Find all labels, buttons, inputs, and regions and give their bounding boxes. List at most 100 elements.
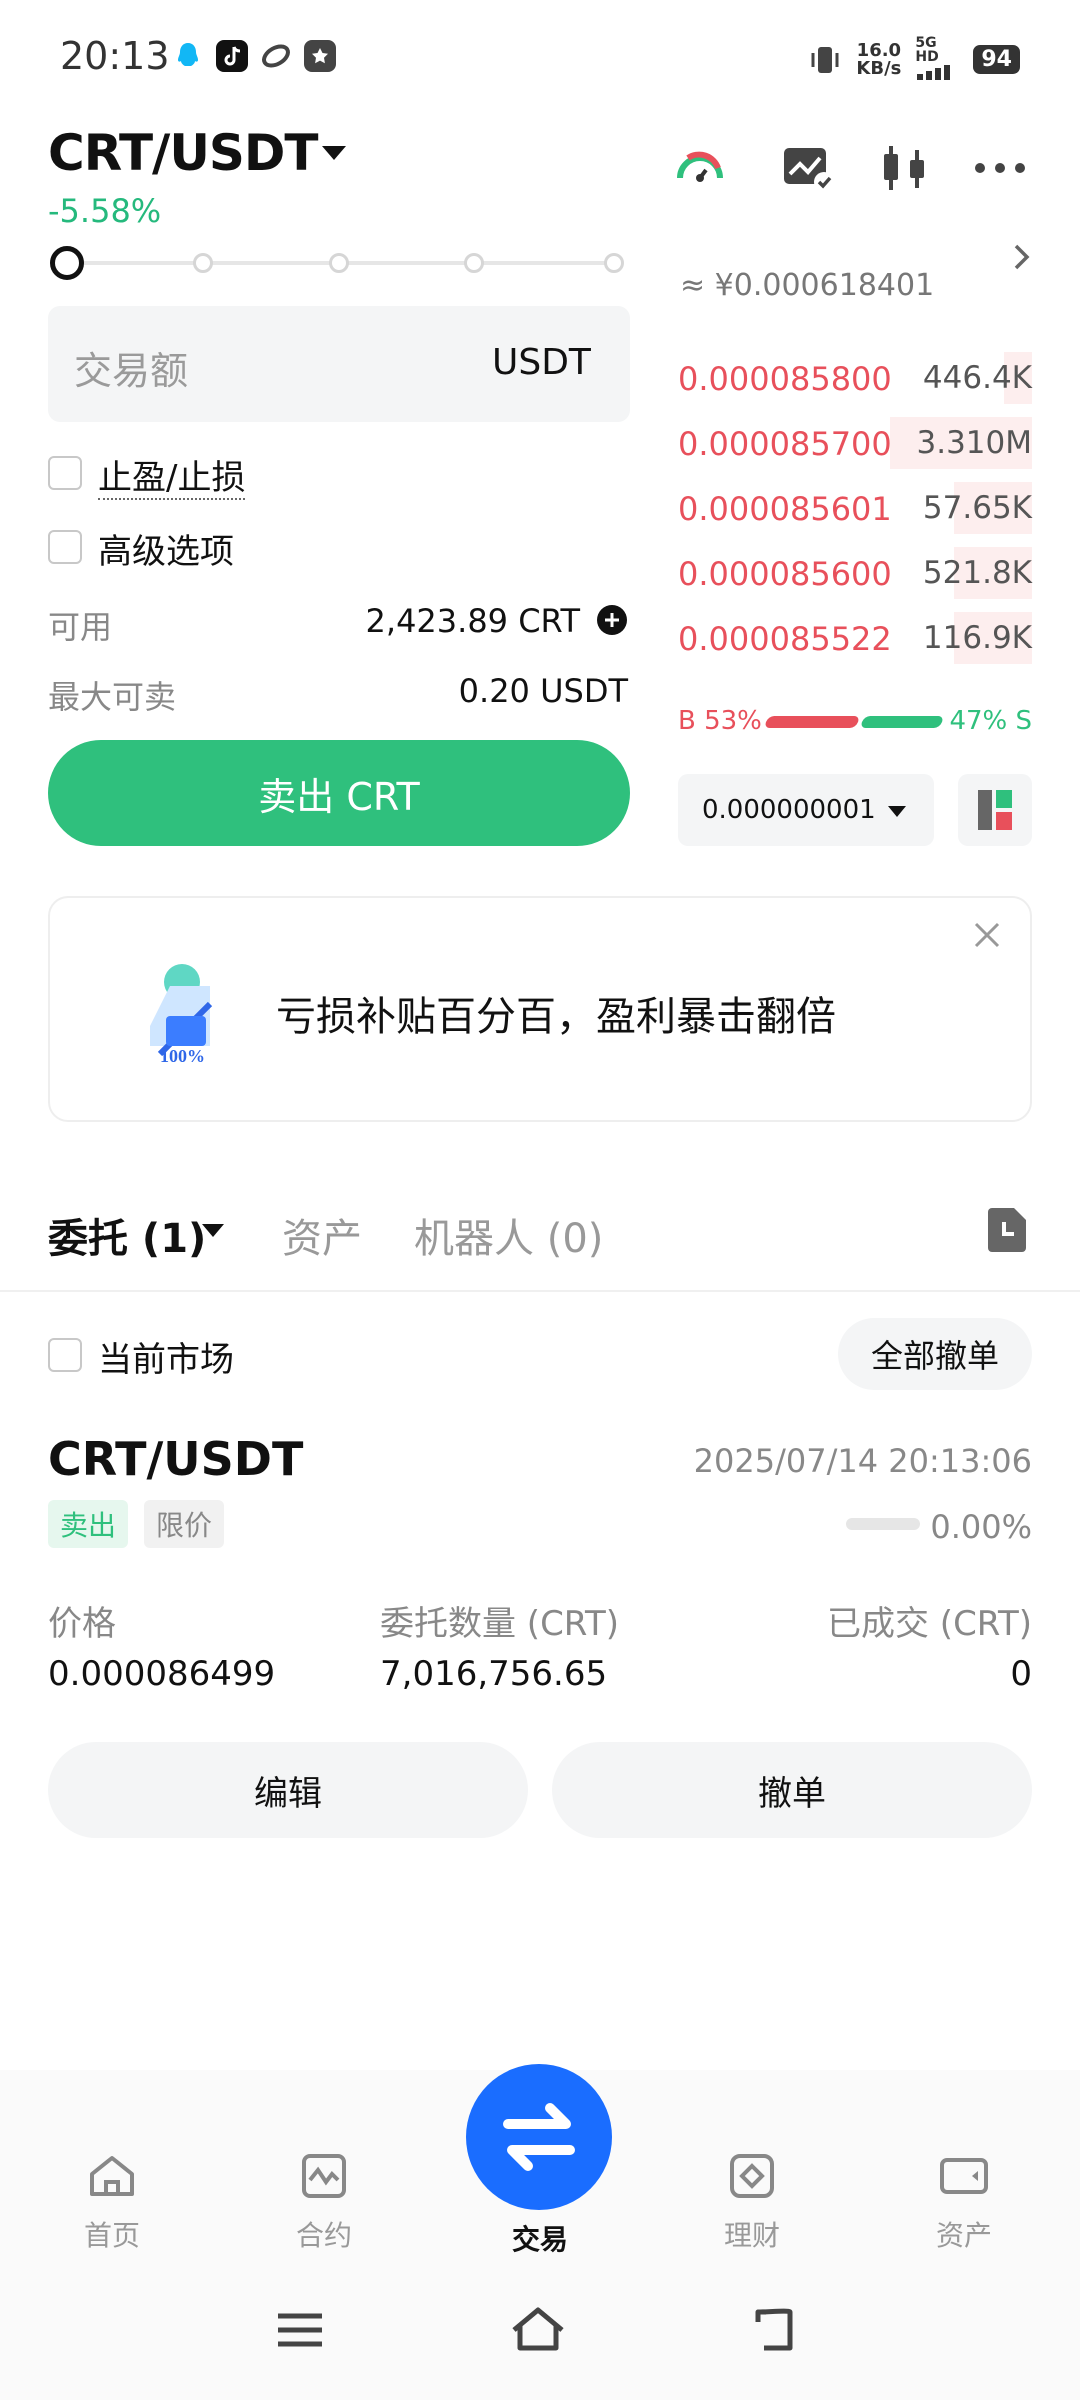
max-sell-value: 0.20 USDT <box>458 672 628 710</box>
ask-qty: 116.9K <box>922 620 1032 656</box>
sell-button[interactable]: 卖出 CRT <box>48 740 630 846</box>
gauge-icon[interactable] <box>672 140 728 196</box>
tp-sl-label[interactable]: 止盈/止损 <box>98 450 246 500</box>
edit-button[interactable]: 编辑 <box>48 1742 528 1838</box>
nav-finance[interactable]: 理财 <box>692 2150 812 2254</box>
ask-price[interactable]: 0.000085601 <box>678 490 892 528</box>
max-sell-label: 最大可卖 <box>48 678 177 716</box>
nav-finance-label[interactable]: 理财 <box>692 2214 812 2254</box>
candlestick-icon[interactable] <box>876 140 932 196</box>
caret-down-icon[interactable] <box>322 146 346 160</box>
precision-value[interactable]: 0.000000001 <box>702 795 876 825</box>
status-indicators: 16.0 KB/s 5G HD 94 <box>808 36 1020 83</box>
signal-icon <box>917 65 951 80</box>
side-badge: 卖出 <box>48 1500 129 1548</box>
filled-label: 已成交 (CRT) <box>827 1604 1032 1644</box>
home-icon <box>90 2156 134 2196</box>
more-icon[interactable] <box>972 140 1028 196</box>
add-circle-icon[interactable] <box>596 604 628 636</box>
tp-sl-checkbox[interactable] <box>48 456 82 490</box>
home-button-icon[interactable] <box>508 2300 568 2360</box>
fill-percentage: 0.00% <box>930 1508 1032 1546</box>
tab-bots[interactable]: 机器人 (0) <box>414 1206 603 1264</box>
menu-icon[interactable] <box>270 2300 330 2360</box>
net-speed: 16.0 KB/s <box>856 39 902 79</box>
tp-sl-text[interactable]: 止盈/止损 <box>98 458 246 500</box>
ask-row[interactable]: 0.000085601 57.65K <box>676 482 1032 534</box>
order-time: 2025/07/14 20:13:06 <box>693 1442 1032 1480</box>
nav-assets-label[interactable]: 资产 <box>904 2214 1024 2254</box>
amount-unit: USDT <box>492 342 591 383</box>
book-layout-icon[interactable] <box>958 774 1032 846</box>
order-history-icon[interactable] <box>984 1206 1030 1254</box>
ask-price[interactable]: 0.000085700 <box>678 425 892 463</box>
nav-home-label[interactable]: 首页 <box>52 2214 172 2254</box>
price-label: 价格 <box>48 1604 116 1644</box>
divider <box>0 1290 1080 1292</box>
ask-row[interactable]: 0.000085800 446.4K <box>676 352 1032 404</box>
cancel-order-button[interactable]: 撤单 <box>552 1742 1032 1838</box>
wallet-icon <box>940 2158 988 2194</box>
fill-progress-bar <box>846 1518 920 1530</box>
sell-ratio-bar <box>859 716 945 728</box>
pair-selector[interactable]: CRT/USDT <box>48 124 319 182</box>
network-indicator: 5G HD <box>915 36 959 83</box>
cancel-all-button[interactable]: 全部撤单 <box>838 1318 1032 1390</box>
vibrate-icon <box>811 46 839 73</box>
trade-fab[interactable] <box>466 2064 612 2210</box>
promo-text[interactable]: 亏损补贴百分百，盈利暴击翻倍 <box>276 984 836 1042</box>
link-icon <box>260 40 292 72</box>
caret-down-icon[interactable] <box>888 806 906 817</box>
buy-ratio-bar <box>763 716 861 728</box>
ask-row[interactable]: 0.000085700 3.310M <box>676 417 1032 469</box>
network-type: 5G HD <box>915 35 939 65</box>
type-badge: 限价 <box>144 1500 225 1548</box>
subsidy-shield-icon: 100% <box>120 956 230 1068</box>
nav-home[interactable]: 首页 <box>52 2150 172 2254</box>
advanced-checkbox[interactable] <box>48 530 82 564</box>
tab-orders[interactable]: 委托 (1) <box>48 1206 206 1264</box>
back-icon[interactable] <box>748 2300 808 2360</box>
ask-qty: 521.8K <box>922 555 1032 591</box>
ask-price[interactable]: 0.000085600 <box>678 555 892 593</box>
filled-value: 0 <box>1010 1654 1032 1694</box>
ask-row[interactable]: 0.000085522 116.9K <box>676 612 1032 664</box>
nav-trade-label[interactable]: 交易 <box>470 2218 610 2258</box>
status-time: 20:13 <box>60 34 170 78</box>
ask-price[interactable]: 0.000085522 <box>678 620 892 658</box>
slider-handle[interactable] <box>50 246 84 280</box>
chart-alert-icon[interactable] <box>780 140 836 196</box>
promo-art-label: 100% <box>160 1046 205 1066</box>
available-value: 2,423.89 CRT <box>365 602 580 640</box>
ask-qty: 3.310M <box>916 425 1033 461</box>
chevron-right-icon[interactable] <box>1010 240 1034 283</box>
advanced-label[interactable]: 高级选项 <box>98 524 234 573</box>
slider-step-25[interactable] <box>193 253 213 273</box>
nav-futures[interactable]: 合约 <box>264 2150 384 2254</box>
slider-step-75[interactable] <box>464 253 484 273</box>
caret-down-icon[interactable] <box>202 1224 224 1237</box>
sell-ratio: 47% S <box>949 706 1032 736</box>
net-speed-unit: KB/s <box>856 57 902 79</box>
nav-assets[interactable]: 资产 <box>904 2150 1024 2254</box>
amount-placeholder[interactable]: 交易额 <box>74 340 188 395</box>
reference-price: ≈ ¥0.000618401 <box>680 268 935 303</box>
current-market-label[interactable]: 当前市场 <box>98 1332 234 1381</box>
nav-futures-label[interactable]: 合约 <box>264 2214 384 2254</box>
ask-price[interactable]: 0.000085800 <box>678 360 892 398</box>
slider-step-100[interactable] <box>604 253 624 273</box>
precision-select[interactable]: 0.000000001 <box>678 774 934 846</box>
tab-assets[interactable]: 资产 <box>282 1206 362 1264</box>
price-change: -5.58% <box>48 192 162 230</box>
current-market-checkbox[interactable] <box>48 1338 82 1372</box>
close-icon[interactable] <box>972 914 1002 960</box>
ask-row[interactable]: 0.000085600 521.8K <box>676 547 1032 599</box>
futures-icon <box>302 2154 346 2198</box>
ask-qty: 57.65K <box>922 490 1032 526</box>
amount-value: 7,016,756.65 <box>380 1654 608 1694</box>
price-value: 0.000086499 <box>48 1654 276 1694</box>
slider-step-50[interactable] <box>329 253 349 273</box>
amount-label: 委托数量 (CRT) <box>380 1604 619 1644</box>
net-speed-value: 16.0 <box>856 39 902 61</box>
qq-icon <box>172 40 204 72</box>
